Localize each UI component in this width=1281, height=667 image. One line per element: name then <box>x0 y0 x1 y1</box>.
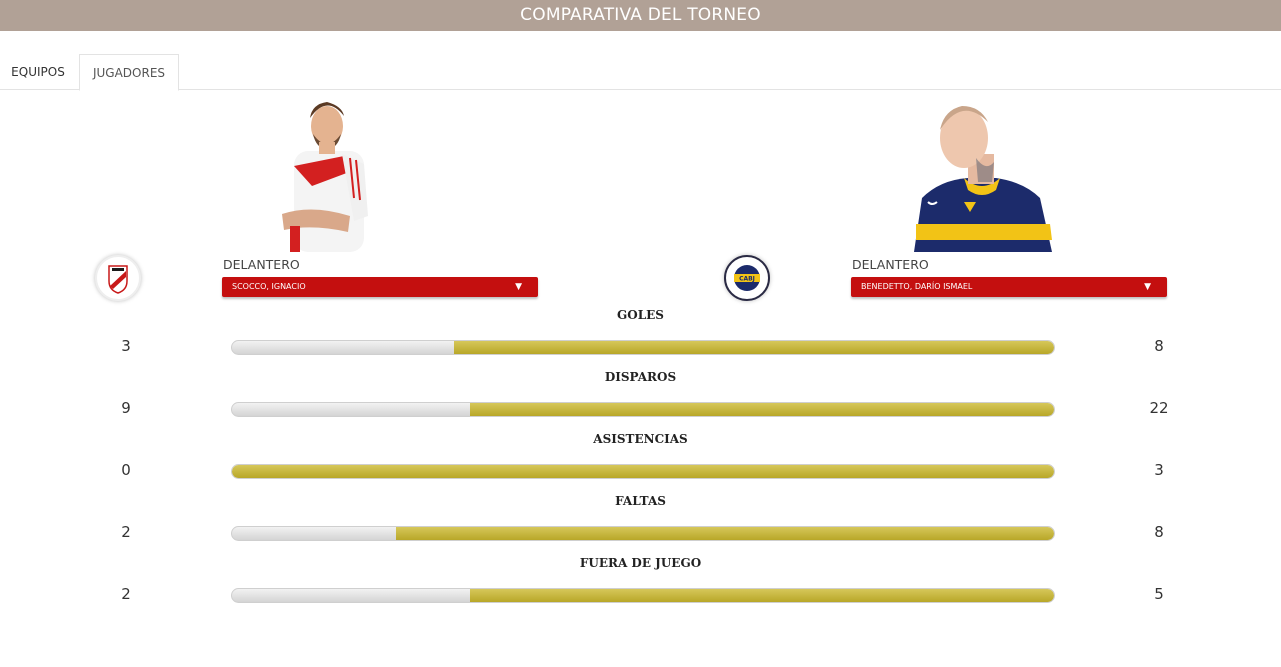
stat-label: ASISTENCIAS <box>593 432 688 446</box>
stat-label: GOLES <box>617 308 664 322</box>
stat-label: FALTAS <box>615 494 666 508</box>
left-stat-value: 2 <box>121 585 131 603</box>
right-stat-value: 22 <box>1149 399 1169 417</box>
right-stat-value: 8 <box>1154 523 1164 541</box>
stat-bar-fill <box>470 403 1054 416</box>
left-player-select[interactable]: SCOCCO, IGNACIO ▼ <box>222 277 538 297</box>
chevron-down-icon: ▼ <box>515 282 522 292</box>
right-player-select[interactable]: BENEDETTO, DARÍO ISMAEL ▼ <box>851 277 1167 297</box>
chevron-down-icon: ▼ <box>1144 282 1151 292</box>
right-player-name: BENEDETTO, DARÍO ISMAEL <box>861 282 973 291</box>
tab-equipos[interactable]: EQUIPOS <box>0 54 76 90</box>
right-player-position: DELANTERO <box>852 257 929 272</box>
stat-bar <box>231 588 1055 603</box>
tab-bar: EQUIPOS JUGADORES <box>0 54 1281 91</box>
left-player-name: SCOCCO, IGNACIO <box>232 282 306 291</box>
tab-jugadores[interactable]: JUGADORES <box>79 54 179 91</box>
left-stat-value: 2 <box>121 523 131 541</box>
right-stat-value: 3 <box>1154 461 1164 479</box>
left-stat-value: 3 <box>121 337 131 355</box>
stat-bar-fill <box>470 589 1054 602</box>
left-stat-value: 9 <box>121 399 131 417</box>
left-player-photo <box>282 102 368 252</box>
page-title: COMPARATIVA DEL TORNEO <box>0 0 1281 31</box>
stat-bar-fill <box>453 341 1054 354</box>
stat-bar-fill <box>232 465 1054 478</box>
boca-juniors-crest-icon[interactable]: CABJ <box>724 255 770 301</box>
stat-bar <box>231 464 1055 479</box>
stat-bar <box>231 340 1055 355</box>
left-stat-value: 0 <box>121 461 131 479</box>
river-plate-crest-icon[interactable] <box>95 255 141 301</box>
left-player-position: DELANTERO <box>223 257 300 272</box>
stat-label: FUERA DE JUEGO <box>579 556 702 570</box>
stat-label: DISPAROS <box>604 370 677 384</box>
svg-text:CABJ: CABJ <box>739 276 755 283</box>
stat-bar <box>231 526 1055 541</box>
right-stat-value: 5 <box>1154 585 1164 603</box>
right-player-photo <box>914 106 1052 252</box>
stat-bar <box>231 402 1055 417</box>
right-stat-value: 8 <box>1154 337 1164 355</box>
stat-bar-fill <box>396 527 1054 540</box>
